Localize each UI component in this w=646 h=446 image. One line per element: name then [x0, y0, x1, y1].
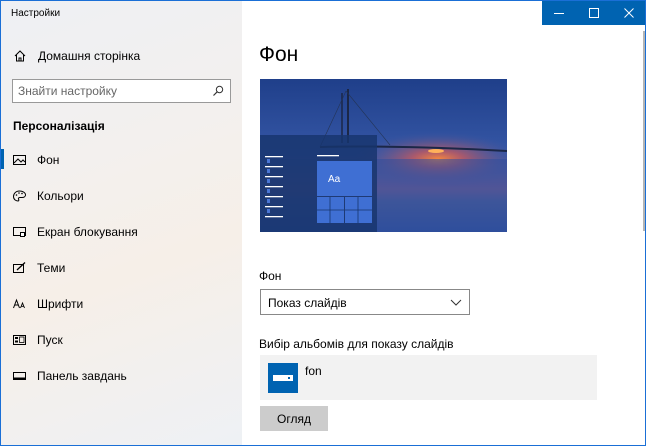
start-icon — [13, 335, 26, 345]
browse-button[interactable]: Огляд — [260, 406, 328, 431]
sidebar-item-colors[interactable]: Кольори — [1, 181, 242, 211]
brush-icon — [13, 262, 26, 273]
active-indicator — [1, 149, 4, 169]
background-preview: Aa — [260, 79, 507, 232]
sidebar-item-label: Панель завдань — [37, 369, 127, 383]
minimize-button[interactable] — [542, 1, 576, 25]
scrollbar[interactable] — [643, 31, 645, 231]
album-item[interactable]: fon — [260, 355, 597, 400]
background-type-dropdown[interactable]: Показ слайдів — [260, 289, 470, 315]
picture-icon — [13, 155, 26, 165]
sidebar-item-label: Теми — [37, 261, 66, 275]
sidebar-item-label: Кольори — [37, 189, 84, 203]
close-icon — [624, 8, 634, 18]
search-icon[interactable] — [212, 85, 224, 97]
preview-tile-text: Aa — [328, 174, 341, 185]
folder-icon — [268, 363, 298, 393]
main-content: Фон Aa Фон Показ слайдів Вибір альбомів … — [242, 1, 645, 445]
sidebar-item-taskbar[interactable]: Панель завдань — [1, 361, 242, 391]
section-title: Персоналізація — [13, 119, 105, 133]
albums-label: Вибір альбомів для показу слайдів — [259, 337, 454, 351]
search-box[interactable] — [12, 79, 231, 103]
sidebar: Настройки Домашня сторінка Персоналізаці… — [1, 1, 242, 445]
sidebar-item-label: Шрифти — [37, 297, 84, 311]
minimize-icon — [554, 13, 564, 14]
sidebar-item-home[interactable]: Домашня сторінка — [1, 42, 242, 70]
settings-window: Настройки Домашня сторінка Персоналізаці… — [0, 0, 646, 446]
sidebar-item-start[interactable]: Пуск — [1, 325, 242, 355]
sidebar-item-label: Пуск — [37, 333, 63, 347]
sidebar-item-lock-screen[interactable]: Екран блокування — [1, 217, 242, 247]
sidebar-item-label: Фон — [37, 153, 60, 167]
font-icon — [13, 298, 25, 309]
sidebar-item-themes[interactable]: Теми — [1, 253, 242, 283]
background-label: Фон — [259, 269, 282, 283]
close-button[interactable] — [612, 1, 645, 25]
search-input[interactable] — [13, 80, 203, 102]
window-controls — [542, 1, 645, 25]
maximize-button[interactable] — [577, 1, 611, 25]
sidebar-item-label: Домашня сторінка — [38, 49, 141, 63]
palette-icon — [13, 190, 26, 202]
lock-screen-icon — [13, 227, 26, 237]
sidebar-item-background[interactable]: Фон — [1, 145, 242, 175]
chevron-down-icon — [450, 299, 462, 306]
taskbar-icon — [13, 372, 26, 380]
maximize-icon — [589, 8, 599, 18]
sidebar-item-label: Екран блокування — [37, 225, 138, 239]
dropdown-value: Показ слайдів — [268, 296, 347, 310]
home-icon — [14, 50, 26, 62]
page-title: Фон — [259, 43, 299, 66]
preview-image: Aa — [260, 79, 507, 232]
album-name: fon — [305, 364, 322, 378]
sidebar-item-fonts[interactable]: Шрифти — [1, 289, 242, 319]
window-title: Настройки — [11, 8, 61, 19]
